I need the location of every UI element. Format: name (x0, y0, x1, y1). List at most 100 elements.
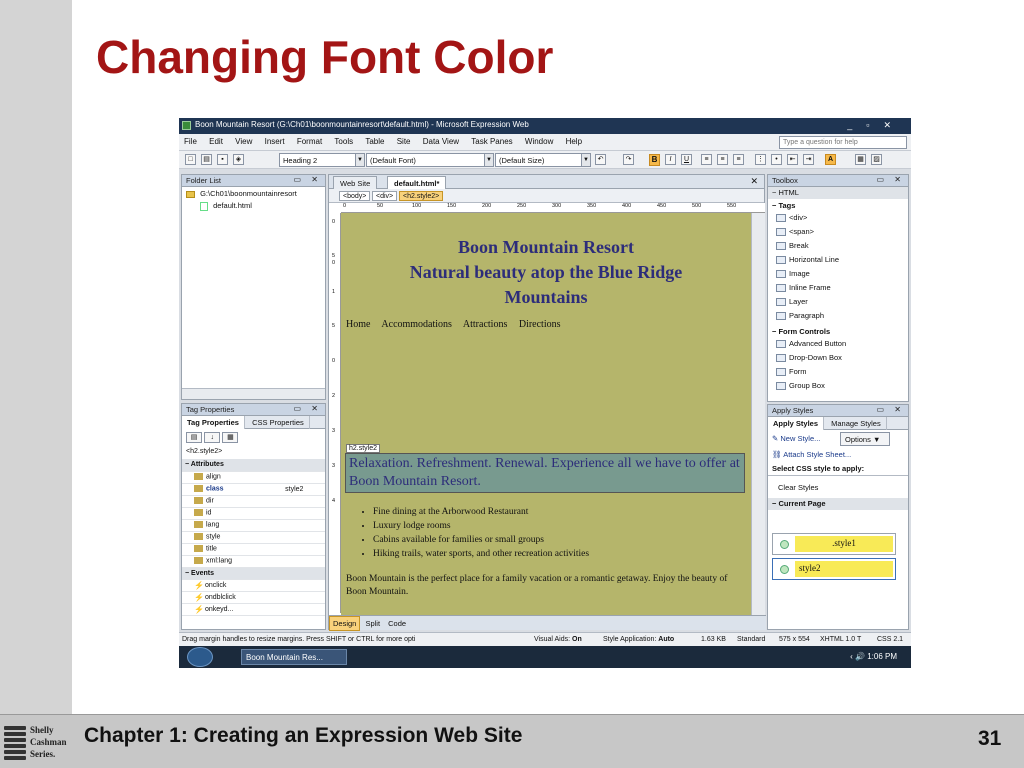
tab-apply-styles[interactable]: Apply Styles (768, 417, 825, 430)
attributes-section-header[interactable]: − Attributes (182, 459, 325, 472)
toolbox-item-inline-frame[interactable]: Inline Frame (768, 281, 908, 295)
taskbar-app-button[interactable]: Boon Mountain Res... (241, 649, 347, 665)
attr-value[interactable]: style2 (282, 483, 325, 496)
menu-tools[interactable]: Tools (329, 134, 358, 146)
start-button[interactable] (187, 647, 213, 667)
new-page-icon[interactable]: □ (185, 154, 196, 165)
close-document-icon[interactable]: ✕ (750, 176, 758, 187)
style-select[interactable]: Heading 2 ▼ (279, 153, 365, 167)
intro-paragraph[interactable]: Boon Mountain is the perfect place for a… (346, 573, 741, 599)
help-search-input[interactable]: Type a question for help (779, 136, 907, 149)
attribute-row[interactable]: align (182, 471, 325, 484)
close-icon[interactable]: ▭ ✕ (294, 404, 322, 413)
categorize-icon[interactable]: ▤ (186, 432, 202, 443)
menu-data-view[interactable]: Data View (418, 134, 464, 146)
attr-value[interactable] (282, 519, 325, 532)
page-design-surface[interactable]: Boon Mountain Resort Natural beauty atop… (341, 213, 751, 615)
close-icon[interactable]: ▭ ✕ (877, 175, 905, 184)
attribute-row[interactable]: xml:lang (182, 555, 325, 568)
crumb-div[interactable]: <div> (372, 191, 398, 201)
toolbox-item-advanced-button[interactable]: Advanced Button (768, 337, 908, 351)
tab-split[interactable]: Split (362, 617, 383, 630)
menu-view[interactable]: View (230, 134, 257, 146)
menu-insert[interactable]: Insert (260, 134, 290, 146)
mode-status[interactable]: Standard (737, 636, 765, 643)
preview-icon[interactable]: ◈ (233, 154, 244, 165)
menu-file[interactable]: File (179, 134, 202, 146)
nav-link-attractions[interactable]: Attractions (463, 319, 507, 330)
undo-icon[interactable]: ↶ (595, 154, 606, 165)
attribute-row[interactable]: dir (182, 495, 325, 508)
form-controls-section-header[interactable]: − Form Controls (768, 323, 908, 337)
toolbox-item-image[interactable]: Image (768, 267, 908, 281)
menu-site[interactable]: Site (392, 134, 416, 146)
menu-task-panes[interactable]: Task Panes (466, 134, 517, 146)
tab-design[interactable]: Design (329, 616, 361, 631)
font-color-icon[interactable]: A (825, 154, 836, 165)
nav-link-directions[interactable]: Directions (519, 319, 561, 330)
crumb-h2-style2[interactable]: <h2.style2> (399, 191, 444, 201)
bullet-list-icon[interactable]: • (771, 154, 782, 165)
toolbox-item-form[interactable]: Form (768, 365, 908, 379)
attribute-row[interactable]: id (182, 507, 325, 520)
attr-value[interactable] (282, 471, 325, 484)
close-icon[interactable]: ▭ ✕ (294, 175, 322, 184)
folder-root-item[interactable]: G:\Ch01\boonmountainresort (182, 187, 325, 199)
attr-value[interactable] (282, 543, 325, 556)
selected-h2-heading[interactable]: Relaxation. Refreshment. Renewal. Experi… (345, 453, 745, 493)
save-icon[interactable]: ▪ (217, 154, 228, 165)
style-item-style1[interactable]: .style1 (772, 533, 896, 555)
list-item[interactable]: Hiking trails, water sports, and other r… (373, 547, 589, 561)
open-icon[interactable]: ▤ (201, 154, 212, 165)
html-section-header[interactable]: − HTML (768, 187, 908, 199)
doctype-status[interactable]: XHTML 1.0 T (820, 636, 861, 643)
current-page-section-header[interactable]: − Current Page (768, 498, 908, 510)
list-item[interactable]: Luxury lodge rooms (373, 519, 589, 533)
attr-value[interactable] (282, 507, 325, 520)
decrease-indent-icon[interactable]: ⇤ (787, 154, 798, 165)
size-select[interactable]: (Default Size) ▼ (495, 153, 591, 167)
menu-window[interactable]: Window (520, 134, 558, 146)
toolbox-item-break[interactable]: Break (768, 239, 908, 253)
clear-styles-button[interactable]: Clear Styles (768, 476, 908, 498)
tab-tag-properties[interactable]: Tag Properties (182, 416, 245, 429)
toolbox-item-drop-down-box[interactable]: Drop-Down Box (768, 351, 908, 365)
numbered-list-icon[interactable]: ⋮ (755, 154, 766, 165)
attr-value[interactable] (282, 555, 325, 568)
file-item[interactable]: default.html (182, 199, 325, 211)
editor-vscrollbar[interactable] (751, 213, 765, 615)
attribute-row[interactable]: class style2 (182, 483, 325, 496)
css-version-status[interactable]: CSS 2.1 (877, 636, 903, 643)
attribute-row[interactable]: style (182, 531, 325, 544)
toolbox-item-span[interactable]: <span> (768, 225, 908, 239)
underline-button[interactable]: U (681, 154, 692, 165)
menu-table[interactable]: Table (360, 134, 389, 146)
align-left-icon[interactable]: ≡ (701, 154, 712, 165)
new-style-link[interactable]: ✎ New Style... (772, 434, 820, 443)
attr-value[interactable] (282, 531, 325, 544)
folder-hscrollbar[interactable] (182, 388, 325, 399)
nav-link-accommodations[interactable]: Accommodations (381, 319, 452, 330)
attribute-row[interactable]: lang (182, 519, 325, 532)
event-row[interactable]: ⚡ondblclick (182, 591, 325, 604)
menu-help[interactable]: Help (561, 134, 587, 146)
tab-web-site[interactable]: Web Site (333, 176, 378, 189)
align-right-icon[interactable]: ≡ (733, 154, 744, 165)
toolbox-item-horizontal-line[interactable]: Horizontal Line (768, 253, 908, 267)
attribute-row[interactable]: title (182, 543, 325, 556)
sort-az-icon[interactable]: ↓ (204, 432, 221, 443)
bold-button[interactable]: B (649, 154, 660, 166)
nav-link-home[interactable]: Home (346, 319, 370, 330)
toolbox-item-paragraph[interactable]: Paragraph (768, 309, 908, 323)
event-row[interactable]: ⚡onkeyd... (182, 603, 325, 616)
style-item-style2[interactable]: style2 (772, 558, 896, 580)
events-section-header[interactable]: − Events (182, 567, 325, 580)
style-application-status[interactable]: Style Application: Auto (603, 636, 674, 643)
font-select[interactable]: (Default Font) ▼ (366, 153, 494, 167)
page-size-status[interactable]: 575 x 554 (779, 636, 810, 643)
tags-section-header[interactable]: − Tags (768, 199, 908, 211)
menu-format[interactable]: Format (292, 134, 327, 146)
options-button[interactable]: Options ▼ (840, 432, 890, 446)
crumb-body[interactable]: <body> (339, 191, 371, 201)
redo-icon[interactable]: ↷ (623, 154, 634, 165)
